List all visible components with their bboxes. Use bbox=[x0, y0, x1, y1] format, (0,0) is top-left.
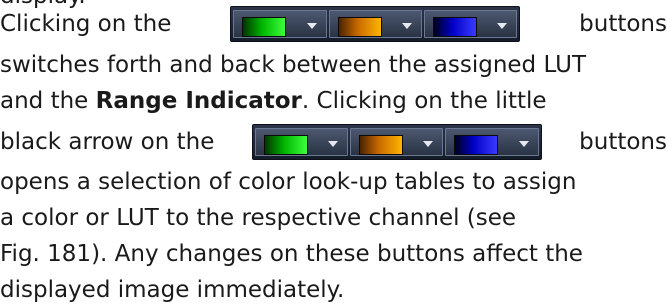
chevron-down-icon[interactable] bbox=[306, 23, 317, 29]
lut-button-blue[interactable] bbox=[445, 128, 539, 156]
lut-button-green[interactable] bbox=[233, 10, 327, 38]
chevron-down-icon[interactable] bbox=[423, 141, 434, 147]
chevron-down-icon[interactable] bbox=[401, 23, 412, 29]
lut-button-blue[interactable] bbox=[423, 10, 518, 38]
lut-button-green[interactable] bbox=[254, 128, 349, 156]
paragraph-line-7: Fig. 181). Any changes on these buttons … bbox=[0, 241, 583, 267]
lut-button-orange[interactable] bbox=[328, 10, 422, 38]
text-and-the: and the bbox=[0, 88, 89, 114]
manual-page: display. Clicking on the buttons switche… bbox=[0, 0, 667, 305]
orange-lut-swatch-icon bbox=[359, 135, 404, 155]
green-lut-swatch-icon bbox=[263, 135, 308, 155]
paragraph-line-6: a color or LUT to the respective channel… bbox=[0, 205, 517, 231]
text-black-arrow: black arrow on the bbox=[0, 129, 215, 155]
chevron-down-icon[interactable] bbox=[518, 141, 529, 147]
paragraph-line-2: switches forth and back between the assi… bbox=[0, 52, 587, 78]
blue-lut-swatch-icon bbox=[454, 135, 499, 155]
paragraph-line-5: opens a selection of color look-up table… bbox=[0, 169, 577, 195]
lut-button-strip-2 bbox=[251, 124, 542, 160]
paragraph-line-1: Clicking on the buttons bbox=[0, 4, 667, 44]
text-clicking-little: . Clicking on the little bbox=[301, 88, 547, 114]
range-indicator-term: Range Indicator bbox=[95, 88, 302, 114]
paragraph-line-4: black arrow on the buttons bbox=[0, 122, 667, 162]
lut-button-orange[interactable] bbox=[350, 128, 444, 156]
paragraph-line-3: and the Range Indicator. Clicking on the… bbox=[0, 86, 667, 116]
text-buttons-2: buttons bbox=[579, 129, 667, 155]
lut-button-strip bbox=[230, 6, 521, 42]
green-lut-swatch-icon bbox=[242, 17, 287, 37]
chevron-down-icon[interactable] bbox=[328, 141, 339, 147]
text-clicking-on-the: Clicking on the bbox=[0, 11, 172, 37]
blue-lut-swatch-icon bbox=[432, 17, 477, 37]
paragraph-line-8: displayed image immediately. bbox=[0, 277, 345, 303]
orange-lut-swatch-icon bbox=[337, 17, 382, 37]
text-buttons: buttons bbox=[579, 11, 667, 37]
chevron-down-icon[interactable] bbox=[497, 23, 508, 29]
